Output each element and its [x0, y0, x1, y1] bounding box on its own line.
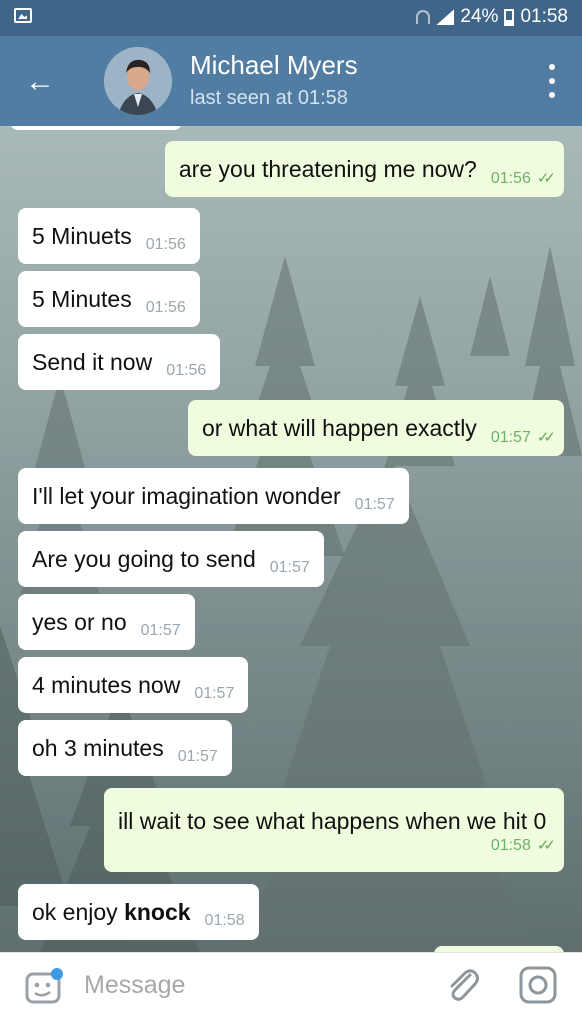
more-dot: [549, 92, 555, 98]
message-time: 01:57 ✓✓: [490, 428, 556, 447]
message-text: 5 Minutes: [32, 285, 132, 312]
last-seen-status: last seen at 01:58: [190, 87, 348, 109]
more-dot: [549, 78, 555, 84]
message-text: 4 minutes now: [32, 671, 181, 698]
message-text: oh 3 minutes: [32, 734, 164, 761]
message-time: 01:58: [204, 912, 245, 929]
message-bubble-incoming[interactable]: ok enjoy knock 01:58: [18, 884, 259, 940]
paperclip-icon[interactable]: [444, 965, 482, 1005]
message-text: Send it now: [32, 348, 153, 375]
sticker-icon[interactable]: [24, 968, 64, 1004]
arrow-left-icon: ←: [25, 65, 55, 98]
time-label: 01:58: [490, 836, 531, 854]
message-time: 01:57: [269, 559, 310, 576]
message-text: I'll let your imagination wonder: [32, 482, 341, 509]
message-text-bold: knock: [124, 898, 191, 925]
clock: 01:58: [520, 6, 568, 27]
contact-name[interactable]: Michael Myers: [190, 50, 358, 81]
message-bubble-outgoing[interactable]: or what will happen exactly 01:57 ✓✓: [187, 400, 564, 456]
time-label: 01:56: [490, 169, 531, 187]
message-bubble-incoming[interactable]: 4 minutes now 01:57: [18, 657, 249, 713]
message-time: 01:56: [145, 236, 186, 253]
message-time: 01:57: [177, 748, 218, 765]
chat-history[interactable]: are you threatening me now? 01:56 ✓✓ 5 Mi…: [0, 126, 582, 952]
message-time: 01:57: [140, 622, 181, 639]
message-text: Are you going to send: [32, 545, 256, 572]
message-text: 5 Minuets: [32, 222, 132, 249]
status-bar: 24% 01:58: [0, 0, 582, 36]
message-text: yes or no: [32, 608, 127, 635]
gallery-notification-icon: [14, 8, 32, 23]
status-bar-indicators: 24% 01:58: [416, 6, 568, 28]
message-bubble-incoming[interactable]: Are you going to send 01:57: [18, 531, 324, 587]
double-check-icon: ✓✓: [536, 836, 556, 854]
message-bubble-incoming[interactable]: oh 3 minutes 01:57: [18, 720, 232, 776]
avatar[interactable]: [104, 47, 172, 115]
message-time: 01:58 ✓✓: [490, 836, 556, 855]
double-check-icon: ✓✓: [536, 428, 556, 446]
message-time: 01:56: [145, 299, 186, 316]
message-bubble-incoming[interactable]: I'll let your imagination wonder 01:57: [18, 468, 409, 524]
message-text: ok enjoy knock: [32, 899, 191, 926]
previous-message-edge: [10, 126, 182, 130]
message-bubble-outgoing[interactable]: ill wait to see what happens when we hit…: [104, 788, 564, 872]
message-time: 01:56: [166, 362, 207, 379]
message-text: or what will happen exactly: [201, 414, 477, 441]
message-text: ill wait to see what happens when we hit…: [118, 807, 547, 834]
message-bubble-incoming[interactable]: 5 Minuets 01:56: [18, 208, 200, 264]
signal-icon: [436, 9, 455, 25]
message-time: 01:57: [354, 496, 395, 513]
more-vertical-icon: [549, 64, 555, 70]
time-label: 01:57: [490, 428, 531, 446]
battery-icon: [504, 8, 515, 26]
back-button[interactable]: ←: [22, 64, 58, 100]
double-check-icon: ✓✓: [536, 169, 556, 187]
message-bubble-incoming[interactable]: yes or no 01:57: [18, 594, 195, 650]
message-composer: [0, 952, 582, 1015]
message-time: 01:57: [194, 685, 235, 702]
wifi-icon: [416, 10, 431, 24]
more-options-button[interactable]: [544, 64, 560, 98]
avatar-image: [104, 47, 172, 115]
message-input[interactable]: [84, 967, 424, 1003]
message-text: are you threatening me now?: [178, 155, 477, 182]
battery-percent: 24%: [460, 6, 499, 27]
camera-icon[interactable]: [518, 965, 558, 1005]
chat-header: ← Michael Myers last seen at 01:58: [0, 36, 582, 126]
message-bubble-incoming[interactable]: 5 Minutes 01:56: [18, 271, 200, 327]
message-bubble-incoming[interactable]: Send it now 01:56: [18, 334, 221, 390]
message-text-plain: ok enjoy: [32, 898, 118, 925]
message-time: 01:56 ✓✓: [490, 169, 556, 188]
message-bubble-outgoing[interactable]: are you threatening me now? 01:56 ✓✓: [164, 141, 564, 197]
